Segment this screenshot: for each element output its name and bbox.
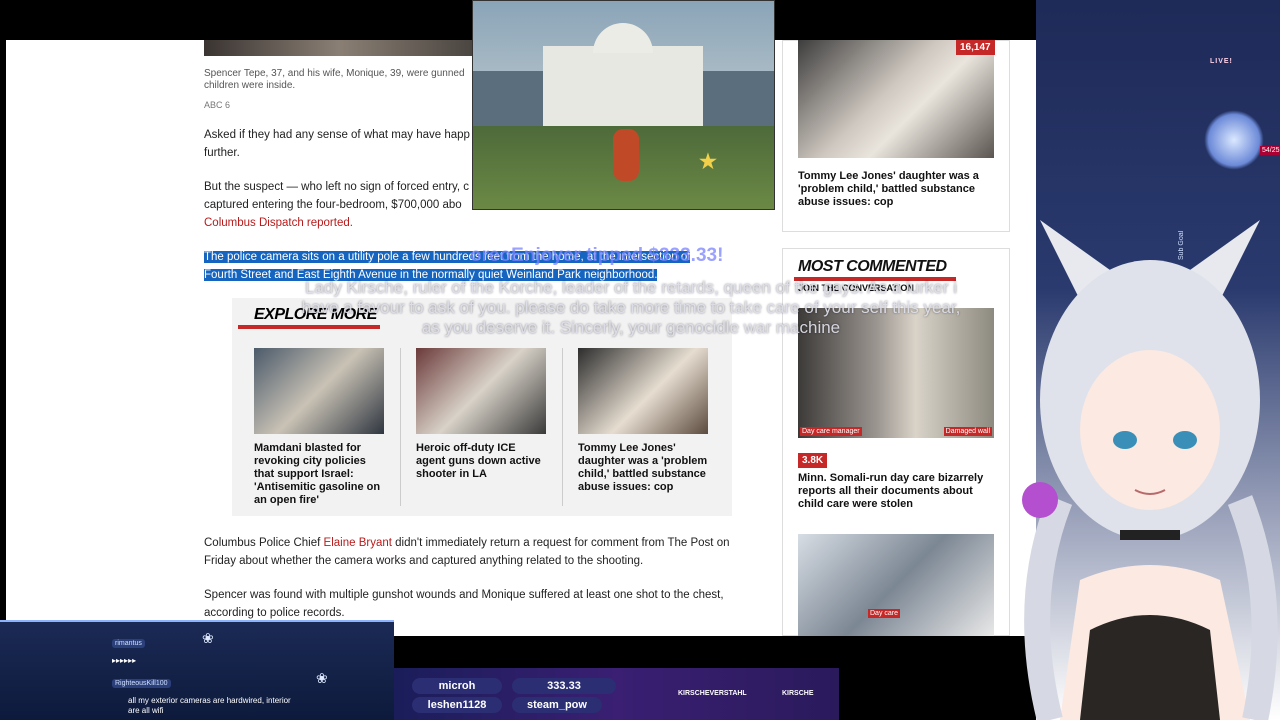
dispatch-link[interactable]: Columbus Dispatch reported. — [204, 217, 353, 229]
bow-icon: ❀ — [202, 630, 214, 646]
explore-card-title[interactable]: Mamdani blasted for revoking city polici… — [254, 442, 384, 507]
chat-username: rimantus — [112, 639, 145, 648]
most-commented-image-2[interactable]: Day care — [798, 534, 994, 636]
white-house — [543, 46, 703, 126]
figure — [613, 129, 639, 181]
elaine-bryant-link[interactable]: Elaine Bryant — [324, 537, 392, 549]
sub-goal-orb — [1204, 110, 1264, 170]
explore-card-3[interactable]: Tommy Lee Jones' daughter was a 'problem… — [578, 348, 708, 494]
explore-card-image[interactable] — [416, 348, 546, 434]
explore-card-image[interactable] — [578, 348, 708, 434]
sidebar-top-title[interactable]: Tommy Lee Jones' daughter was a 'problem… — [798, 170, 994, 209]
paragraph-5: Spencer was found with multiple gunshot … — [204, 589, 724, 619]
article-photo — [204, 40, 474, 56]
sidebar-top-image[interactable] — [798, 40, 994, 158]
chat-message-1: rimantus ▸▸▸▸▸▸ — [112, 632, 145, 666]
chat-username: RighteousKill100 — [112, 679, 171, 688]
photo-credit: ABC 6 — [204, 100, 231, 110]
image-label: Day care manager — [800, 427, 862, 436]
sub-counter: 54/25 — [1260, 146, 1280, 155]
social-handle: KIRSCHE — [782, 690, 814, 697]
divider — [400, 348, 401, 506]
most-commented-title: MOST COMMENTED — [798, 258, 947, 275]
donation-banner: oreoEnjoyer tipped $333.33! — [470, 245, 724, 266]
photo-caption: Spencer Tepe, 37, and his wife, Monique,… — [204, 68, 465, 91]
mtv-logo: ★ — [699, 151, 717, 173]
image-label: Damaged wall — [943, 427, 992, 436]
vtuber-avatar — [1022, 220, 1278, 720]
explore-card-2[interactable]: Heroic off-duty ICE agent guns down acti… — [416, 348, 546, 481]
donation-message: Lady Kirsche, ruler of the Korche, leade… — [301, 278, 961, 337]
recent-gift: steam_pow — [512, 697, 602, 713]
explore-card-title[interactable]: Tommy Lee Jones' daughter was a 'problem… — [578, 442, 708, 494]
explore-card-image[interactable] — [254, 348, 384, 434]
recent-tip: 333.33 — [512, 678, 616, 694]
explore-card-title[interactable]: Heroic off-duty ICE agent guns down acti… — [416, 442, 546, 481]
chat-text: ▸▸▸▸▸▸ — [112, 656, 137, 665]
comment-count-badge: 3.8K — [798, 453, 828, 468]
divider — [562, 348, 563, 506]
image-label: Day care — [868, 609, 901, 618]
live-label: LIVE! — [1210, 58, 1233, 65]
video-overlay: ★ — [472, 0, 775, 210]
explore-card-1[interactable]: Mamdani blasted for revoking city polici… — [254, 348, 384, 507]
chat-box: rimantus ▸▸▸▸▸▸ RighteousKill100 all my … — [0, 620, 394, 720]
chat-message-2: RighteousKill100 all my exterior cameras… — [112, 672, 302, 716]
bow-icon: ❀ — [316, 670, 328, 686]
recent-sub: leshen1128 — [412, 697, 502, 713]
sidebar: 16,147 Tommy Lee Jones' daughter was a '… — [782, 40, 1010, 636]
social-handle: KIRSCHEVERSTAHL — [678, 690, 747, 697]
most-commented-article-title[interactable]: Minn. Somali-run day care bizarrely repo… — [798, 472, 994, 511]
chat-text: all my exterior cameras are hardwired, i… — [128, 696, 291, 715]
share-count-badge: 16,147 — [956, 40, 995, 55]
recent-follower: microh — [412, 678, 502, 694]
paragraph-4: Columbus Police Chief Elaine Bryant didn… — [204, 537, 730, 567]
stream-bottom-bar: microh 333.33 leshen1128 steam_pow KIRSC… — [394, 668, 839, 720]
